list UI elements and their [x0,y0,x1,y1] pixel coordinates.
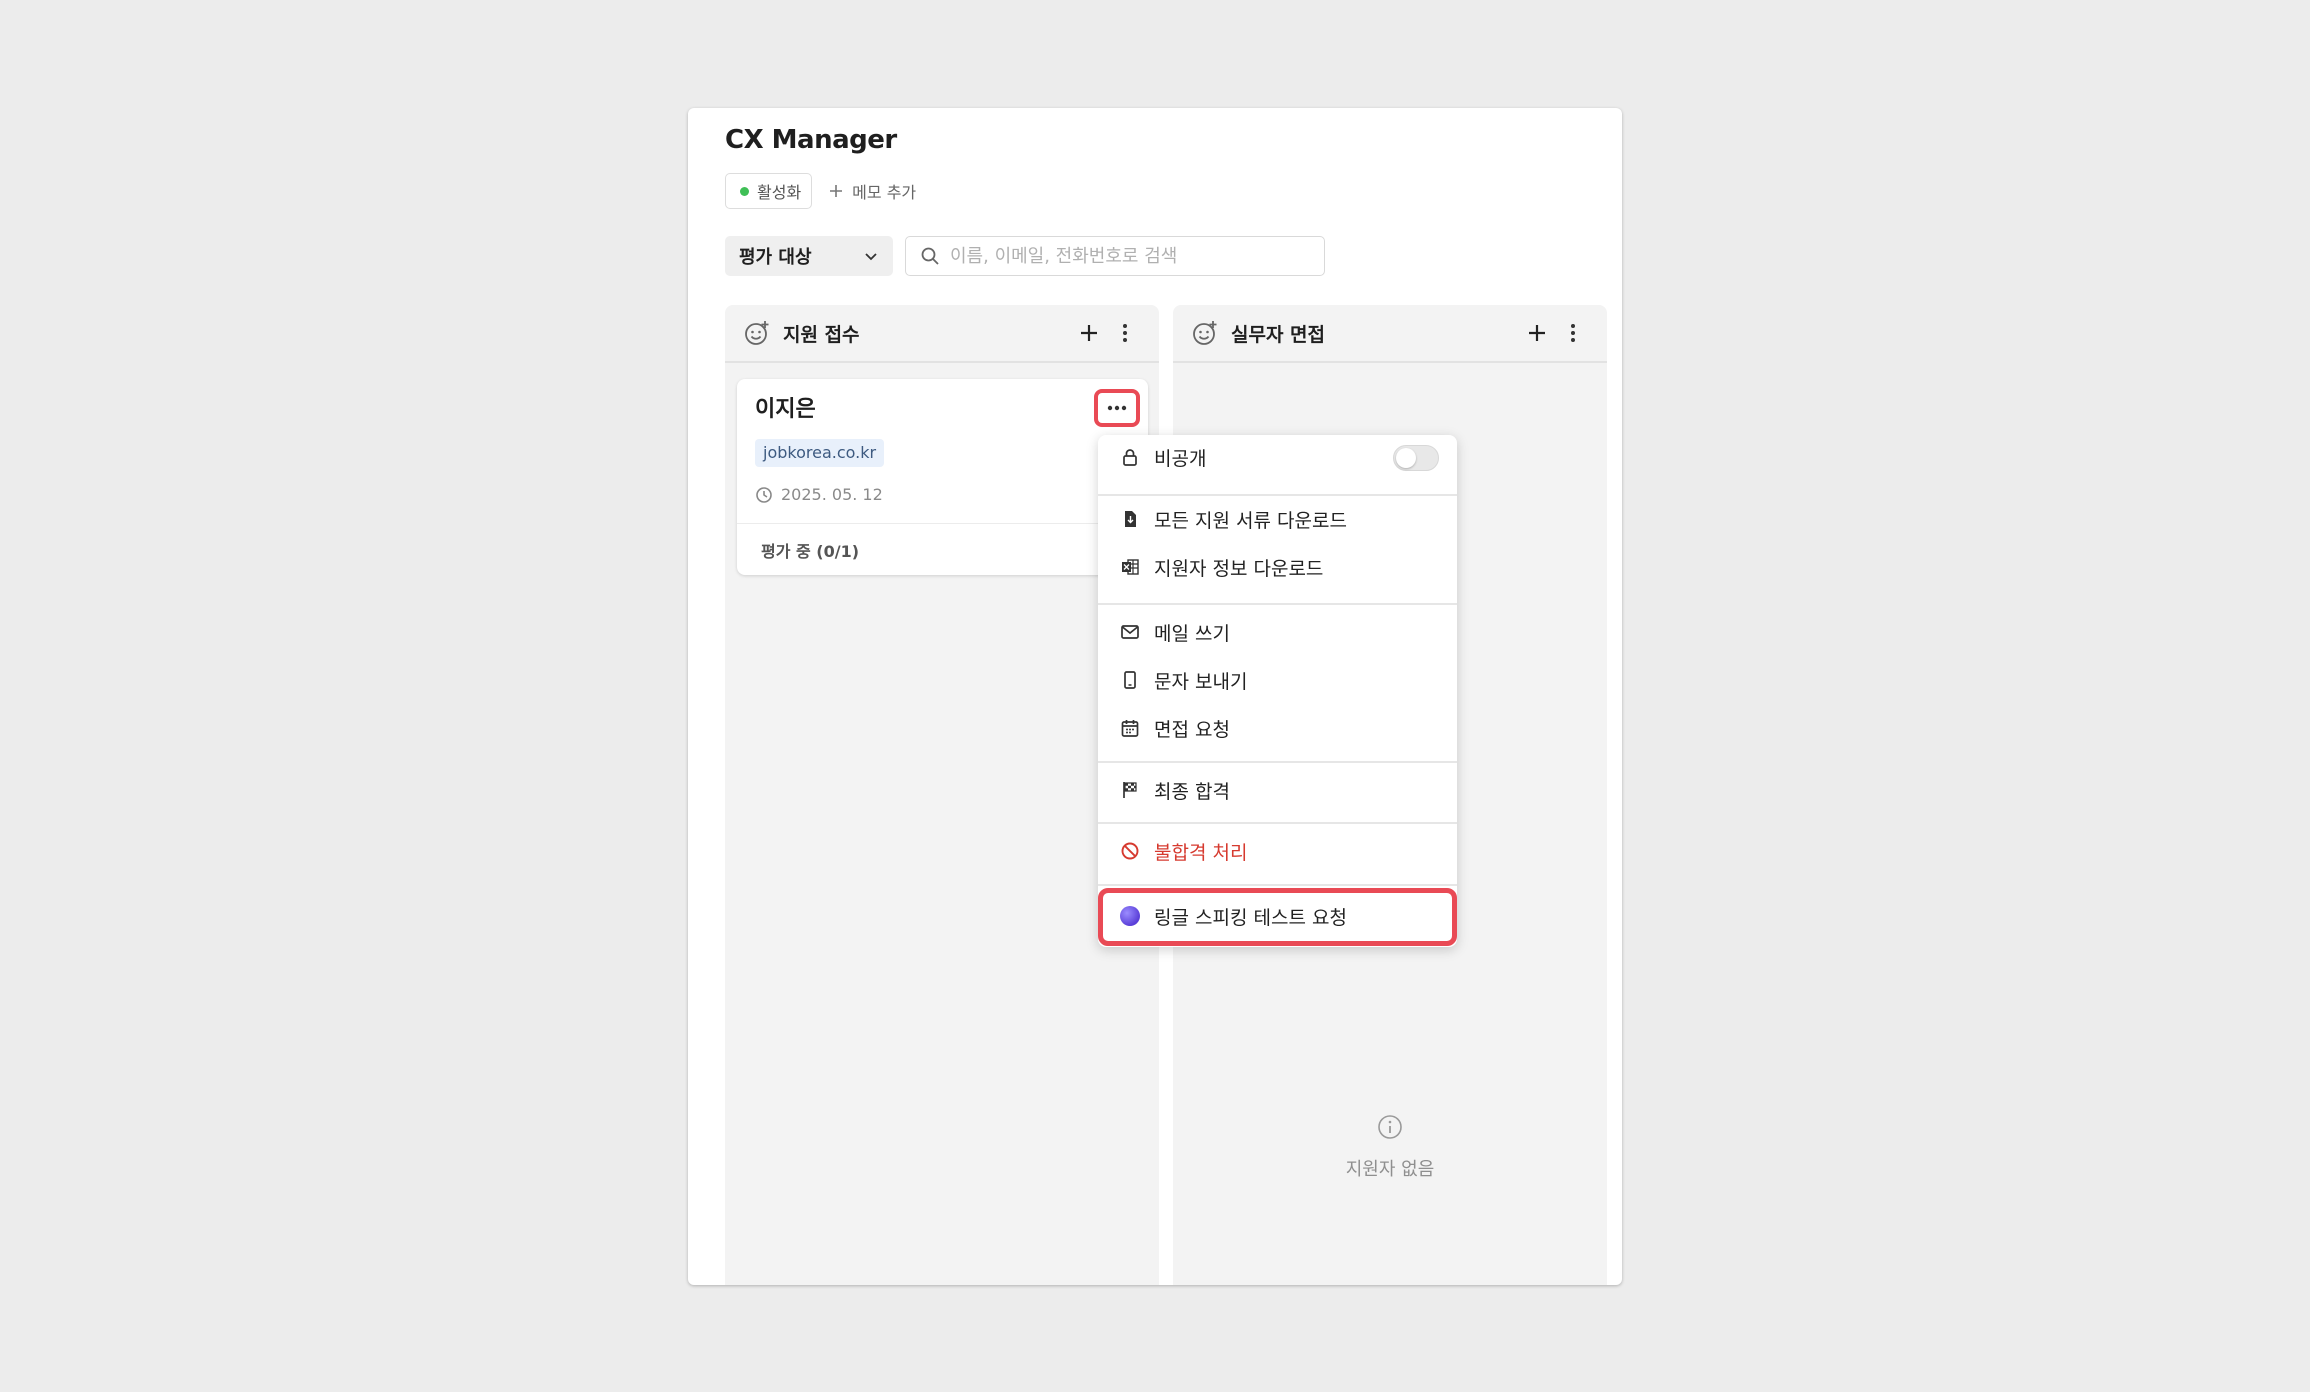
menu-item-label: 면접 요청 [1154,718,1230,741]
status-row: 활성화 메모 추가 [725,173,916,209]
info-icon [1378,1115,1402,1139]
menu-item-interview-request[interactable]: 면접 요청 [1098,706,1457,750]
menu-item-label: 메일 쓰기 [1154,622,1230,645]
menu-divider [1098,884,1457,886]
applied-date: 2025. 05. 12 [755,485,883,504]
menu-divider [1098,494,1457,496]
menu-item-label: 문자 보내기 [1154,670,1248,693]
menu-item-label: 비공개 [1154,447,1207,470]
search-box [905,236,1325,276]
mail-icon [1121,625,1139,639]
file-download-icon [1125,511,1136,527]
menu-item-label: 모든 지원 서류 다운로드 [1154,509,1347,532]
phone-icon [1124,671,1136,689]
menu-item-label: 최종 합격 [1154,780,1230,803]
chevron-down-icon [865,253,877,261]
menu-item-label: 불합격 처리 [1154,841,1248,864]
card-context-menu: 비공개 모든 지원 서류 다운로드 지원자 정보 다운로드 메일 쓰기 문자 보… [1098,435,1457,947]
prohibited-icon [1121,842,1139,860]
menu-item-final-pass[interactable]: 최종 합격 [1098,768,1457,812]
add-applicant-button[interactable] [1519,315,1555,351]
column-title: 지원 접수 [783,323,860,346]
column-more-button[interactable] [1107,315,1143,351]
menu-divider [1098,761,1457,763]
applied-date-text: 2025. 05. 12 [781,485,883,504]
calendar-icon [1121,720,1139,737]
menu-item-private: 비공개 [1098,435,1457,479]
excel-download-icon [1122,559,1139,575]
clock-icon [756,486,772,503]
toggle-knob [1396,448,1416,468]
add-applicant-button[interactable] [1071,315,1107,351]
add-memo-label: 메모 추가 [852,183,917,202]
column-more-button[interactable] [1555,315,1591,351]
applicant-card[interactable]: 이지은 jobkorea.co.kr 2025. 05. 12 평가 중 (0/… [737,379,1148,575]
page-title: CX Manager [725,125,897,155]
menu-item-download-applicant-info[interactable]: 지원자 정보 다운로드 [1098,545,1457,589]
menu-item-download-all-documents[interactable]: 모든 지원 서류 다운로드 [1098,497,1457,541]
source-tag: jobkorea.co.kr [755,439,885,467]
plus-icon [830,185,843,197]
empty-state-label: 지원자 없음 [1345,1159,1435,1180]
highlight-box [1098,888,1457,946]
column-header: 지원 접수 [725,305,1159,363]
status-label: 활성화 [757,183,802,202]
flag-icon [1123,782,1137,798]
evaluation-filter-select[interactable]: 평가 대상 [725,236,893,276]
plus-icon [1081,325,1097,341]
horizontal-dots-icon [1107,405,1127,411]
status-badge[interactable]: 활성화 [725,173,813,209]
plus-icon [1529,325,1545,341]
evaluation-status: 평가 중 (0/1) [737,523,1148,575]
vertical-dots-icon [1123,324,1127,342]
smiley-add-icon [745,321,769,345]
smiley-add-icon [1193,321,1217,345]
filter-row: 평가 대상 [725,236,1325,276]
vertical-dots-icon [1571,324,1575,342]
filter-select-value: 평가 대상 [739,247,812,268]
column-application-received: 지원 접수 이지은 jobkorea.co.kr 2025. 05. 12 평가… [725,305,1159,1285]
menu-item-reject[interactable]: 불합격 처리 [1098,829,1457,873]
column-title: 실무자 면접 [1231,323,1326,346]
empty-state: 지원자 없음 [1173,1113,1607,1181]
search-icon [921,247,939,265]
menu-item-send-sms[interactable]: 문자 보내기 [1098,658,1457,702]
private-toggle[interactable] [1393,445,1439,471]
menu-divider [1098,603,1457,605]
add-memo-button[interactable]: 메모 추가 [828,179,916,203]
menu-item-write-mail[interactable]: 메일 쓰기 [1098,610,1457,654]
menu-divider [1098,822,1457,824]
lock-icon [1123,449,1137,466]
column-header: 실무자 면접 [1173,305,1607,363]
applicant-name: 이지은 [755,397,816,422]
menu-item-label: 지원자 정보 다운로드 [1154,557,1324,580]
card-more-button[interactable] [1094,389,1140,427]
search-input[interactable] [950,245,1310,267]
status-dot-icon [740,186,749,196]
